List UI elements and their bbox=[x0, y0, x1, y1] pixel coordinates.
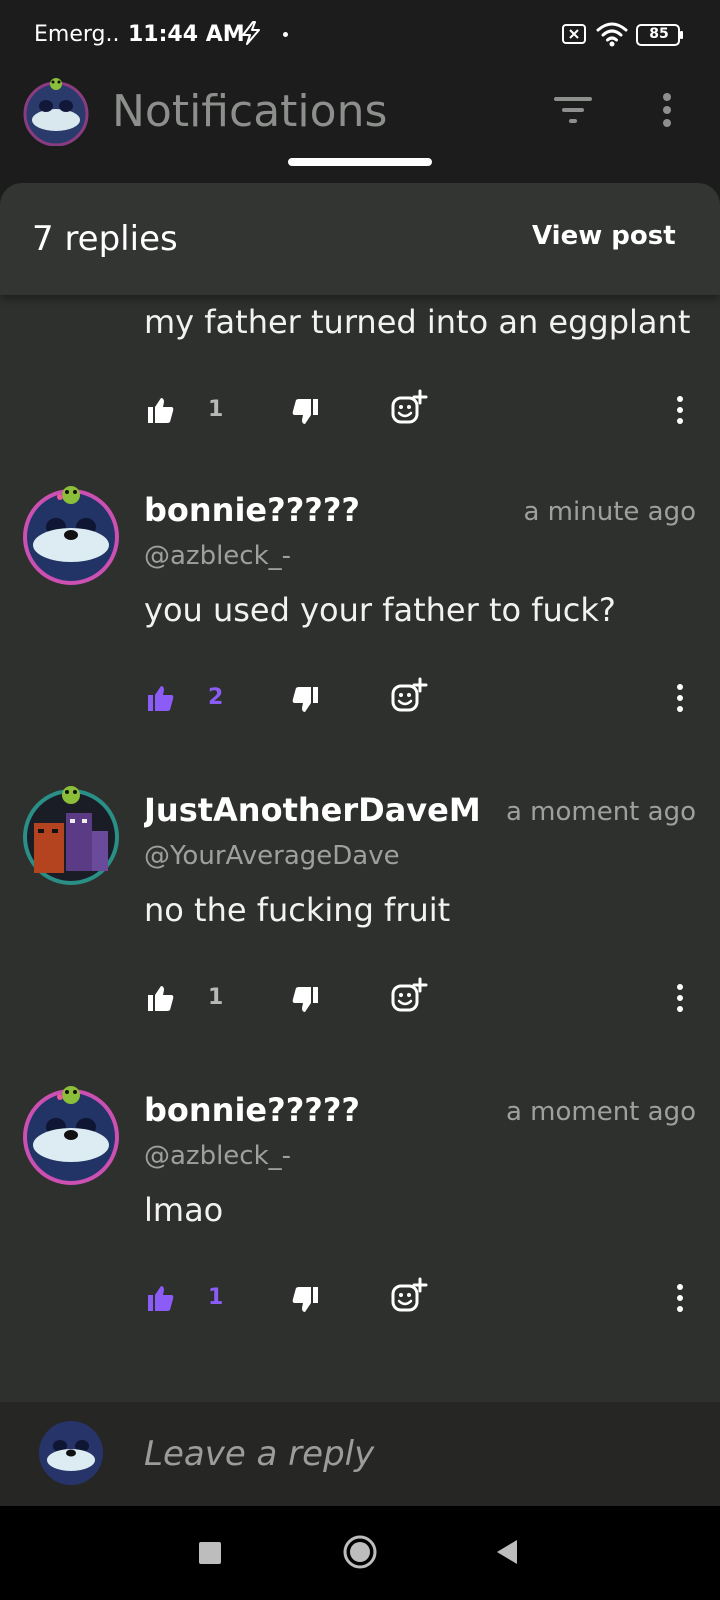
replies-count: 7 replies bbox=[32, 219, 178, 259]
list-item: my father turned into an eggplant 1 bbox=[0, 295, 720, 475]
avatar[interactable] bbox=[20, 783, 122, 887]
add-reaction-icon[interactable] bbox=[390, 677, 428, 715]
profile-avatar[interactable] bbox=[22, 76, 90, 146]
comment-item: JustAnotherDaveMil @YourAverageDave a mo… bbox=[0, 783, 720, 1083]
sheet-header: 7 replies View post bbox=[0, 183, 720, 295]
recents-icon[interactable] bbox=[199, 1542, 221, 1564]
add-reaction-icon[interactable] bbox=[390, 1277, 428, 1315]
more-vert-icon[interactable] bbox=[675, 395, 685, 425]
replies-sheet: 7 replies View post my father turned int… bbox=[0, 183, 720, 1505]
like-count: 2 bbox=[208, 685, 224, 710]
comment-handle: @azbleck_- bbox=[144, 1141, 292, 1171]
like-count: 1 bbox=[208, 397, 224, 422]
avatar[interactable] bbox=[20, 1083, 122, 1187]
comment-time: a moment ago bbox=[505, 1097, 696, 1127]
system-nav-bar bbox=[0, 1506, 720, 1600]
home-icon[interactable] bbox=[342, 1534, 378, 1570]
comment-actions: 2 bbox=[0, 677, 720, 723]
comment-handle: @YourAverageDave bbox=[144, 841, 400, 871]
like-count: 1 bbox=[208, 985, 224, 1010]
back-icon[interactable] bbox=[495, 1538, 519, 1566]
comment-text: lmao bbox=[144, 1191, 224, 1229]
dot-icon bbox=[283, 32, 288, 37]
view-post-button[interactable]: View post bbox=[532, 221, 676, 251]
sim-x-icon bbox=[562, 24, 586, 44]
thumbs-up-icon[interactable] bbox=[146, 395, 176, 425]
add-reaction-icon[interactable] bbox=[390, 977, 428, 1015]
status-bar: Emerg.. 11:44 AM 85 bbox=[0, 0, 720, 68]
filter-icon[interactable] bbox=[552, 94, 594, 126]
avatar bbox=[39, 1421, 103, 1485]
reply-input[interactable] bbox=[144, 1430, 684, 1478]
thumbs-down-icon[interactable] bbox=[290, 985, 320, 1015]
more-vert-icon[interactable] bbox=[675, 683, 685, 713]
thumbs-down-icon[interactable] bbox=[290, 397, 320, 427]
comment-item: bonnie????? @azbleck_- a minute ago you … bbox=[0, 483, 720, 783]
comment-text: my father turned into an eggplant bbox=[144, 303, 691, 341]
comment-actions: 1 bbox=[0, 1277, 720, 1323]
comment-handle: @azbleck_- bbox=[144, 541, 292, 571]
reply-bar bbox=[0, 1402, 720, 1506]
comment-author[interactable]: JustAnotherDaveMil bbox=[144, 791, 478, 829]
battery-level: 85 bbox=[649, 26, 669, 42]
thumbs-up-icon[interactable] bbox=[146, 683, 176, 713]
comment-time: a minute ago bbox=[523, 497, 696, 527]
comment-actions: 1 bbox=[0, 977, 720, 1023]
comment-actions: 1 bbox=[0, 389, 720, 435]
comment-author[interactable]: bonnie????? bbox=[144, 1091, 478, 1129]
more-vert-icon[interactable] bbox=[675, 983, 685, 1013]
more-vert-icon[interactable] bbox=[675, 1283, 685, 1313]
more-vert-icon[interactable] bbox=[660, 92, 674, 128]
like-count: 1 bbox=[208, 1285, 224, 1310]
thumbs-down-icon[interactable] bbox=[290, 685, 320, 715]
avatar[interactable] bbox=[20, 483, 122, 587]
page-title: Notifications bbox=[112, 86, 388, 137]
comment-item: bonnie????? @azbleck_- a moment ago lmao… bbox=[0, 1083, 720, 1383]
thumbs-down-icon[interactable] bbox=[290, 1285, 320, 1315]
thumbs-up-icon[interactable] bbox=[146, 1283, 176, 1313]
comment-text: you used your father to fuck? bbox=[144, 591, 616, 629]
clock: 11:44 AM bbox=[128, 22, 245, 47]
comment-time: a moment ago bbox=[505, 797, 696, 827]
comment-text: no the fucking fruit bbox=[144, 891, 451, 929]
comment-author[interactable]: bonnie????? bbox=[144, 491, 478, 529]
carrier-label: Emerg.. bbox=[34, 22, 120, 47]
wifi-icon bbox=[596, 22, 628, 47]
app-bar: Notifications bbox=[0, 68, 720, 180]
sheet-drag-handle[interactable] bbox=[288, 158, 432, 166]
add-reaction-icon[interactable] bbox=[390, 389, 428, 427]
thumbs-up-icon[interactable] bbox=[146, 983, 176, 1013]
bolt-icon bbox=[242, 21, 260, 45]
